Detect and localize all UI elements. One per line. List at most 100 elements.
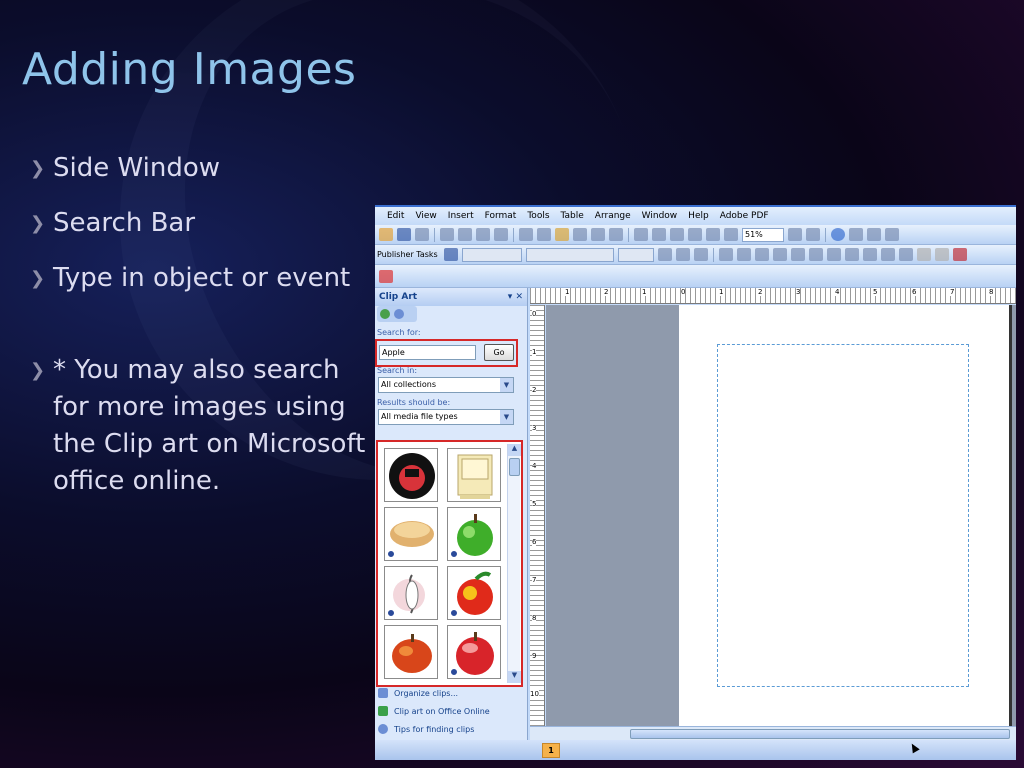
shiny-apple-clip[interactable]	[447, 625, 501, 679]
save-icon[interactable]	[397, 228, 411, 241]
toolbar-separator	[434, 227, 435, 242]
back-icon[interactable]	[380, 309, 390, 319]
results-dropdown[interactable]: All media file types ▼	[378, 409, 514, 425]
zoom-page-icon[interactable]	[688, 228, 702, 241]
pilcrow-icon[interactable]	[724, 228, 738, 241]
menu-view[interactable]: View	[415, 211, 436, 221]
clip-art-pane: Clip Art ▾ ✕ Search for: Apple Go Search…	[375, 288, 528, 740]
pdf-convert-icon[interactable]	[379, 269, 393, 283]
align-left-icon[interactable]	[718, 248, 733, 261]
organize-clips-link[interactable]: Organize clips...	[378, 688, 458, 698]
publication-workspace[interactable]	[546, 305, 1016, 726]
bold-icon[interactable]	[657, 248, 672, 261]
mail-icon[interactable]	[415, 228, 429, 241]
justify-icon[interactable]	[772, 248, 787, 261]
style-icon[interactable]	[443, 248, 458, 261]
chevron-down-icon[interactable]: ▼	[500, 410, 513, 424]
vertical-ruler[interactable]: 0 1 2 3 4 5 6 7 8 9 10	[530, 305, 545, 730]
unlink-icon[interactable]	[867, 228, 881, 241]
print-icon[interactable]	[440, 228, 454, 241]
font-size-combo[interactable]	[617, 247, 654, 262]
computer-clip[interactable]	[447, 448, 501, 502]
research-icon[interactable]	[494, 228, 508, 241]
zoom-combo[interactable]: 51%	[742, 227, 784, 242]
search-in-dropdown[interactable]: All collections ▼	[378, 377, 514, 393]
ruler-label: 1	[532, 348, 537, 356]
insert-hyperlink-icon[interactable]	[670, 228, 684, 241]
cut-icon[interactable]	[519, 228, 533, 241]
zoom-in-icon[interactable]	[806, 228, 820, 241]
fill-color-icon[interactable]	[916, 248, 931, 261]
help-icon[interactable]	[831, 228, 845, 241]
horizontal-scrollbar[interactable]	[530, 726, 1016, 740]
align-center-icon[interactable]	[736, 248, 751, 261]
apple-logo-clip[interactable]	[384, 448, 438, 502]
scroll-thumb[interactable]	[630, 729, 1010, 739]
bring-front-icon[interactable]	[634, 228, 648, 241]
pdf-toolbar	[375, 265, 1016, 288]
publisher-tasks-button[interactable]: Publisher Tasks	[377, 250, 438, 259]
scroll-up-icon[interactable]: ▲	[508, 444, 521, 456]
format-painter-icon[interactable]	[573, 228, 587, 241]
columns-icon[interactable]	[706, 228, 720, 241]
ruler-label: 2	[604, 288, 609, 296]
paste-icon[interactable]	[555, 228, 569, 241]
online-badge-icon	[387, 609, 395, 617]
pane-close-icon[interactable]: ▾ ✕	[508, 292, 523, 302]
print-preview-icon[interactable]	[458, 228, 472, 241]
menu-insert[interactable]: Insert	[448, 211, 474, 221]
results-scrollbar[interactable]: ▲ ▼	[507, 444, 521, 683]
chevron-down-icon[interactable]: ▼	[500, 378, 513, 392]
search-input[interactable]: Apple	[379, 345, 476, 360]
bullets-icon[interactable]	[826, 248, 841, 261]
shrink-font-icon[interactable]	[898, 248, 913, 261]
go-button[interactable]: Go	[484, 344, 514, 361]
menu-adobe-pdf[interactable]: Adobe PDF	[720, 211, 769, 221]
red-apple-clip[interactable]	[447, 566, 501, 620]
apple-core-clip[interactable]	[384, 566, 438, 620]
undo-icon[interactable]	[591, 228, 605, 241]
style-combo[interactable]	[461, 247, 522, 262]
line-color-icon[interactable]	[934, 248, 949, 261]
distribute-icon[interactable]	[790, 248, 805, 261]
grow-font-icon[interactable]	[880, 248, 895, 261]
numbering-icon[interactable]	[808, 248, 823, 261]
ruler-label: 7	[532, 576, 537, 584]
menu-window[interactable]: Window	[642, 211, 678, 221]
apple-clip[interactable]	[384, 625, 438, 679]
page-navigation-tab[interactable]: 1	[542, 743, 560, 758]
open-icon[interactable]	[379, 228, 393, 241]
green-apple-clip[interactable]	[447, 507, 501, 561]
results-highlight-box: ▲ ▼	[376, 440, 523, 687]
tips-link[interactable]: Tips for finding clips	[378, 724, 474, 734]
link-icon[interactable]	[849, 228, 863, 241]
spelling-icon[interactable]	[476, 228, 490, 241]
font-color-icon[interactable]	[952, 248, 967, 261]
menu-arrange[interactable]: Arrange	[595, 211, 631, 221]
blank-publication-page[interactable]	[679, 305, 1009, 726]
italic-icon[interactable]	[675, 248, 690, 261]
increase-indent-icon[interactable]	[862, 248, 877, 261]
scroll-down-icon[interactable]: ▼	[508, 671, 521, 683]
menu-tools[interactable]: Tools	[527, 211, 549, 221]
menu-format[interactable]: Format	[485, 211, 517, 221]
scroll-thumb[interactable]	[509, 458, 520, 476]
horizontal-ruler[interactable]: 1 2 1 0 1 2 3 4 5 6 7 8	[530, 288, 1016, 304]
font-combo[interactable]	[525, 247, 614, 262]
forward-icon[interactable]	[394, 309, 404, 319]
redo-icon[interactable]	[609, 228, 623, 241]
menu-edit[interactable]: Edit	[387, 211, 404, 221]
menu-help[interactable]: Help	[688, 211, 709, 221]
computer-icon	[457, 454, 493, 499]
ruler-label: 8	[989, 288, 994, 296]
copy-icon[interactable]	[537, 228, 551, 241]
decrease-indent-icon[interactable]	[844, 248, 859, 261]
underline-icon[interactable]	[693, 248, 708, 261]
apple-pie-clip[interactable]	[384, 507, 438, 561]
zoom-out-icon[interactable]	[788, 228, 802, 241]
align-right-icon[interactable]	[754, 248, 769, 261]
menu-table[interactable]: Table	[561, 211, 584, 221]
page-icon[interactable]	[885, 228, 899, 241]
send-back-icon[interactable]	[652, 228, 666, 241]
office-online-link[interactable]: Clip art on Office Online	[378, 706, 490, 716]
